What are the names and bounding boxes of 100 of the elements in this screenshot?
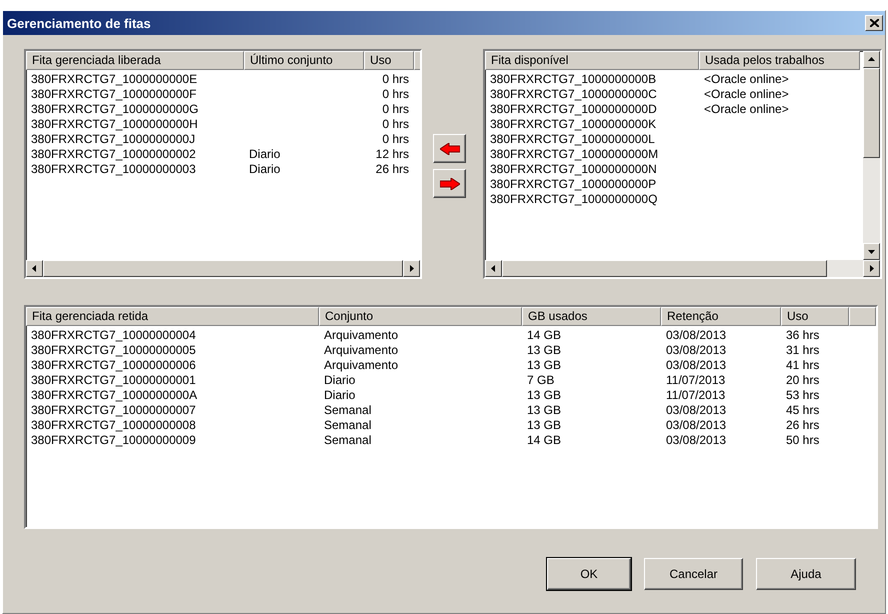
column-header[interactable]: Retenção	[661, 307, 781, 326]
table-cell: 13 GB	[527, 358, 562, 372]
table-cell: 11/07/2013	[666, 373, 726, 387]
table-cell: 380FRXRCTG7_1000000000E	[31, 72, 198, 86]
table-cell: 380FRXRCTG7_1000000000C	[490, 87, 657, 101]
table-cell: 380FRXRCTG7_1000000000M	[490, 147, 658, 161]
table-cell: <Oracle online>	[704, 72, 789, 86]
table-cell: 7 GB	[527, 373, 554, 387]
dialog-button[interactable]: Cancelar	[644, 558, 743, 590]
table-cell: 36 hrs	[786, 328, 820, 342]
scrollbar-thumb[interactable]	[502, 260, 827, 277]
table-cell: 13 GB	[527, 343, 562, 357]
window-title: Gerenciamento de fitas	[7, 16, 151, 30]
table-cell: <Oracle online>	[704, 102, 789, 116]
table-cell: 12 hrs	[376, 147, 409, 161]
move-right-button[interactable]	[433, 169, 466, 198]
column-header[interactable]: GB usados	[522, 307, 661, 326]
column-header[interactable]: Usada pelos trabalhos	[699, 51, 860, 70]
table-cell: Semanal	[324, 433, 372, 447]
table-cell: <Oracle online>	[704, 87, 789, 101]
table-cell: 03/08/2013	[666, 433, 726, 447]
table-cell: 41 hrs	[786, 358, 820, 372]
table-cell: 380FRXRCTG7_1000000000F	[31, 87, 196, 101]
table-cell: 380FRXRCTG7_1000000000L	[490, 132, 655, 146]
table-cell: 0 hrs	[382, 72, 409, 86]
column-header[interactable]: Uso	[364, 51, 414, 70]
scroll-left-button[interactable]	[26, 260, 43, 277]
scrollbar-thumb[interactable]	[863, 68, 880, 158]
table-cell: 0 hrs	[382, 132, 409, 146]
move-left-button[interactable]	[433, 134, 466, 163]
table-cell: 380FRXRCTG7_1000000000G	[31, 102, 198, 116]
scroll-right-button[interactable]	[403, 260, 420, 277]
column-header[interactable]: Fita gerenciada liberada	[26, 51, 244, 70]
table-cell: 03/08/2013	[666, 328, 726, 342]
table-cell: 380FRXRCTG7_1000000000B	[490, 72, 656, 86]
column-header[interactable]: Fita gerenciada retida	[26, 307, 319, 326]
column-header[interactable]: Uso	[781, 307, 849, 326]
column-header[interactable]: Último conjunto	[244, 51, 364, 70]
arrow-left-icon	[31, 265, 38, 272]
table-cell: 380FRXRCTG7_10000000008	[31, 418, 196, 432]
table-cell: 03/08/2013	[666, 343, 726, 357]
table-cell: 13 GB	[527, 388, 562, 402]
table-cell: Diario	[324, 388, 356, 402]
table-cell: 53 hrs	[786, 388, 820, 402]
close-button[interactable]	[865, 15, 883, 31]
arrow-right-icon	[868, 265, 875, 272]
table-cell: 380FRXRCTG7_10000000009	[31, 433, 196, 447]
table-cell: Diario	[324, 373, 356, 387]
table-cell: Arquivamento	[324, 343, 398, 357]
table-cell: 0 hrs	[382, 102, 409, 116]
table-cell: Diario	[249, 147, 280, 161]
table-cell: 26 hrs	[376, 162, 409, 176]
arrow-down-icon	[868, 248, 875, 255]
table-cell: 380FRXRCTG7_1000000000J	[31, 132, 196, 146]
close-icon	[870, 19, 878, 27]
table-cell: 380FRXRCTG7_1000000000N	[490, 162, 657, 176]
column-header[interactable]: Fita disponível	[485, 51, 699, 70]
table-cell: 11/07/2013	[666, 388, 726, 402]
table-cell: 0 hrs	[382, 117, 409, 131]
table-cell: 26 hrs	[786, 418, 820, 432]
table-cell: Diario	[249, 162, 280, 176]
table-cell: 380FRXRCTG7_10000000004	[31, 328, 196, 342]
table-cell: 03/08/2013	[666, 403, 726, 417]
scroll-right-button[interactable]	[863, 260, 880, 277]
arrow-left-icon	[440, 142, 460, 154]
arrow-up-icon	[868, 56, 875, 63]
table-cell: 380FRXRCTG7_1000000000Q	[490, 192, 658, 206]
scroll-down-button[interactable]	[863, 243, 880, 260]
table-cell: 14 GB	[527, 328, 562, 342]
table-cell: 45 hrs	[786, 403, 820, 417]
arrow-left-icon	[490, 265, 497, 272]
table-cell: 380FRXRCTG7_10000000007	[31, 403, 196, 417]
table-cell: 380FRXRCTG7_1000000000K	[490, 117, 656, 131]
table-cell: 31 hrs	[786, 343, 820, 357]
dialog-button[interactable]: Ajuda	[756, 558, 856, 590]
horizontal-scrollbar[interactable]	[485, 260, 880, 277]
vertical-scrollbar[interactable]	[863, 51, 880, 260]
table-cell: 380FRXRCTG7_1000000000D	[490, 102, 657, 116]
table-cell: 13 GB	[527, 403, 562, 417]
table-cell: 14 GB	[527, 433, 562, 447]
column-header[interactable]: Conjunto	[319, 307, 522, 326]
table-cell: 380FRXRCTG7_10000000003	[31, 162, 196, 176]
table-cell: Arquivamento	[324, 358, 398, 372]
table-cell: 50 hrs	[786, 433, 820, 447]
table-cell: 03/08/2013	[666, 358, 726, 372]
table-cell: 380FRXRCTG7_10000000001	[31, 373, 196, 387]
table-cell: 380FRXRCTG7_10000000006	[31, 358, 196, 372]
table-cell: Semanal	[324, 418, 372, 432]
dialog-button[interactable]: OK	[547, 558, 631, 590]
scroll-left-button[interactable]	[485, 260, 502, 277]
table-cell: 13 GB	[527, 418, 562, 432]
arrow-right-icon	[408, 265, 415, 272]
table-cell: 380FRXRCTG7_1000000000A	[31, 388, 198, 402]
scroll-up-button[interactable]	[863, 51, 880, 68]
arrow-right-icon	[440, 178, 460, 190]
table-cell: 03/08/2013	[666, 418, 726, 432]
table-cell: 380FRXRCTG7_10000000005	[31, 343, 196, 357]
table-cell: 380FRXRCTG7_1000000000P	[490, 177, 656, 191]
table-cell: Arquivamento	[324, 328, 398, 342]
table-cell: 380FRXRCTG7_1000000000H	[31, 117, 198, 131]
